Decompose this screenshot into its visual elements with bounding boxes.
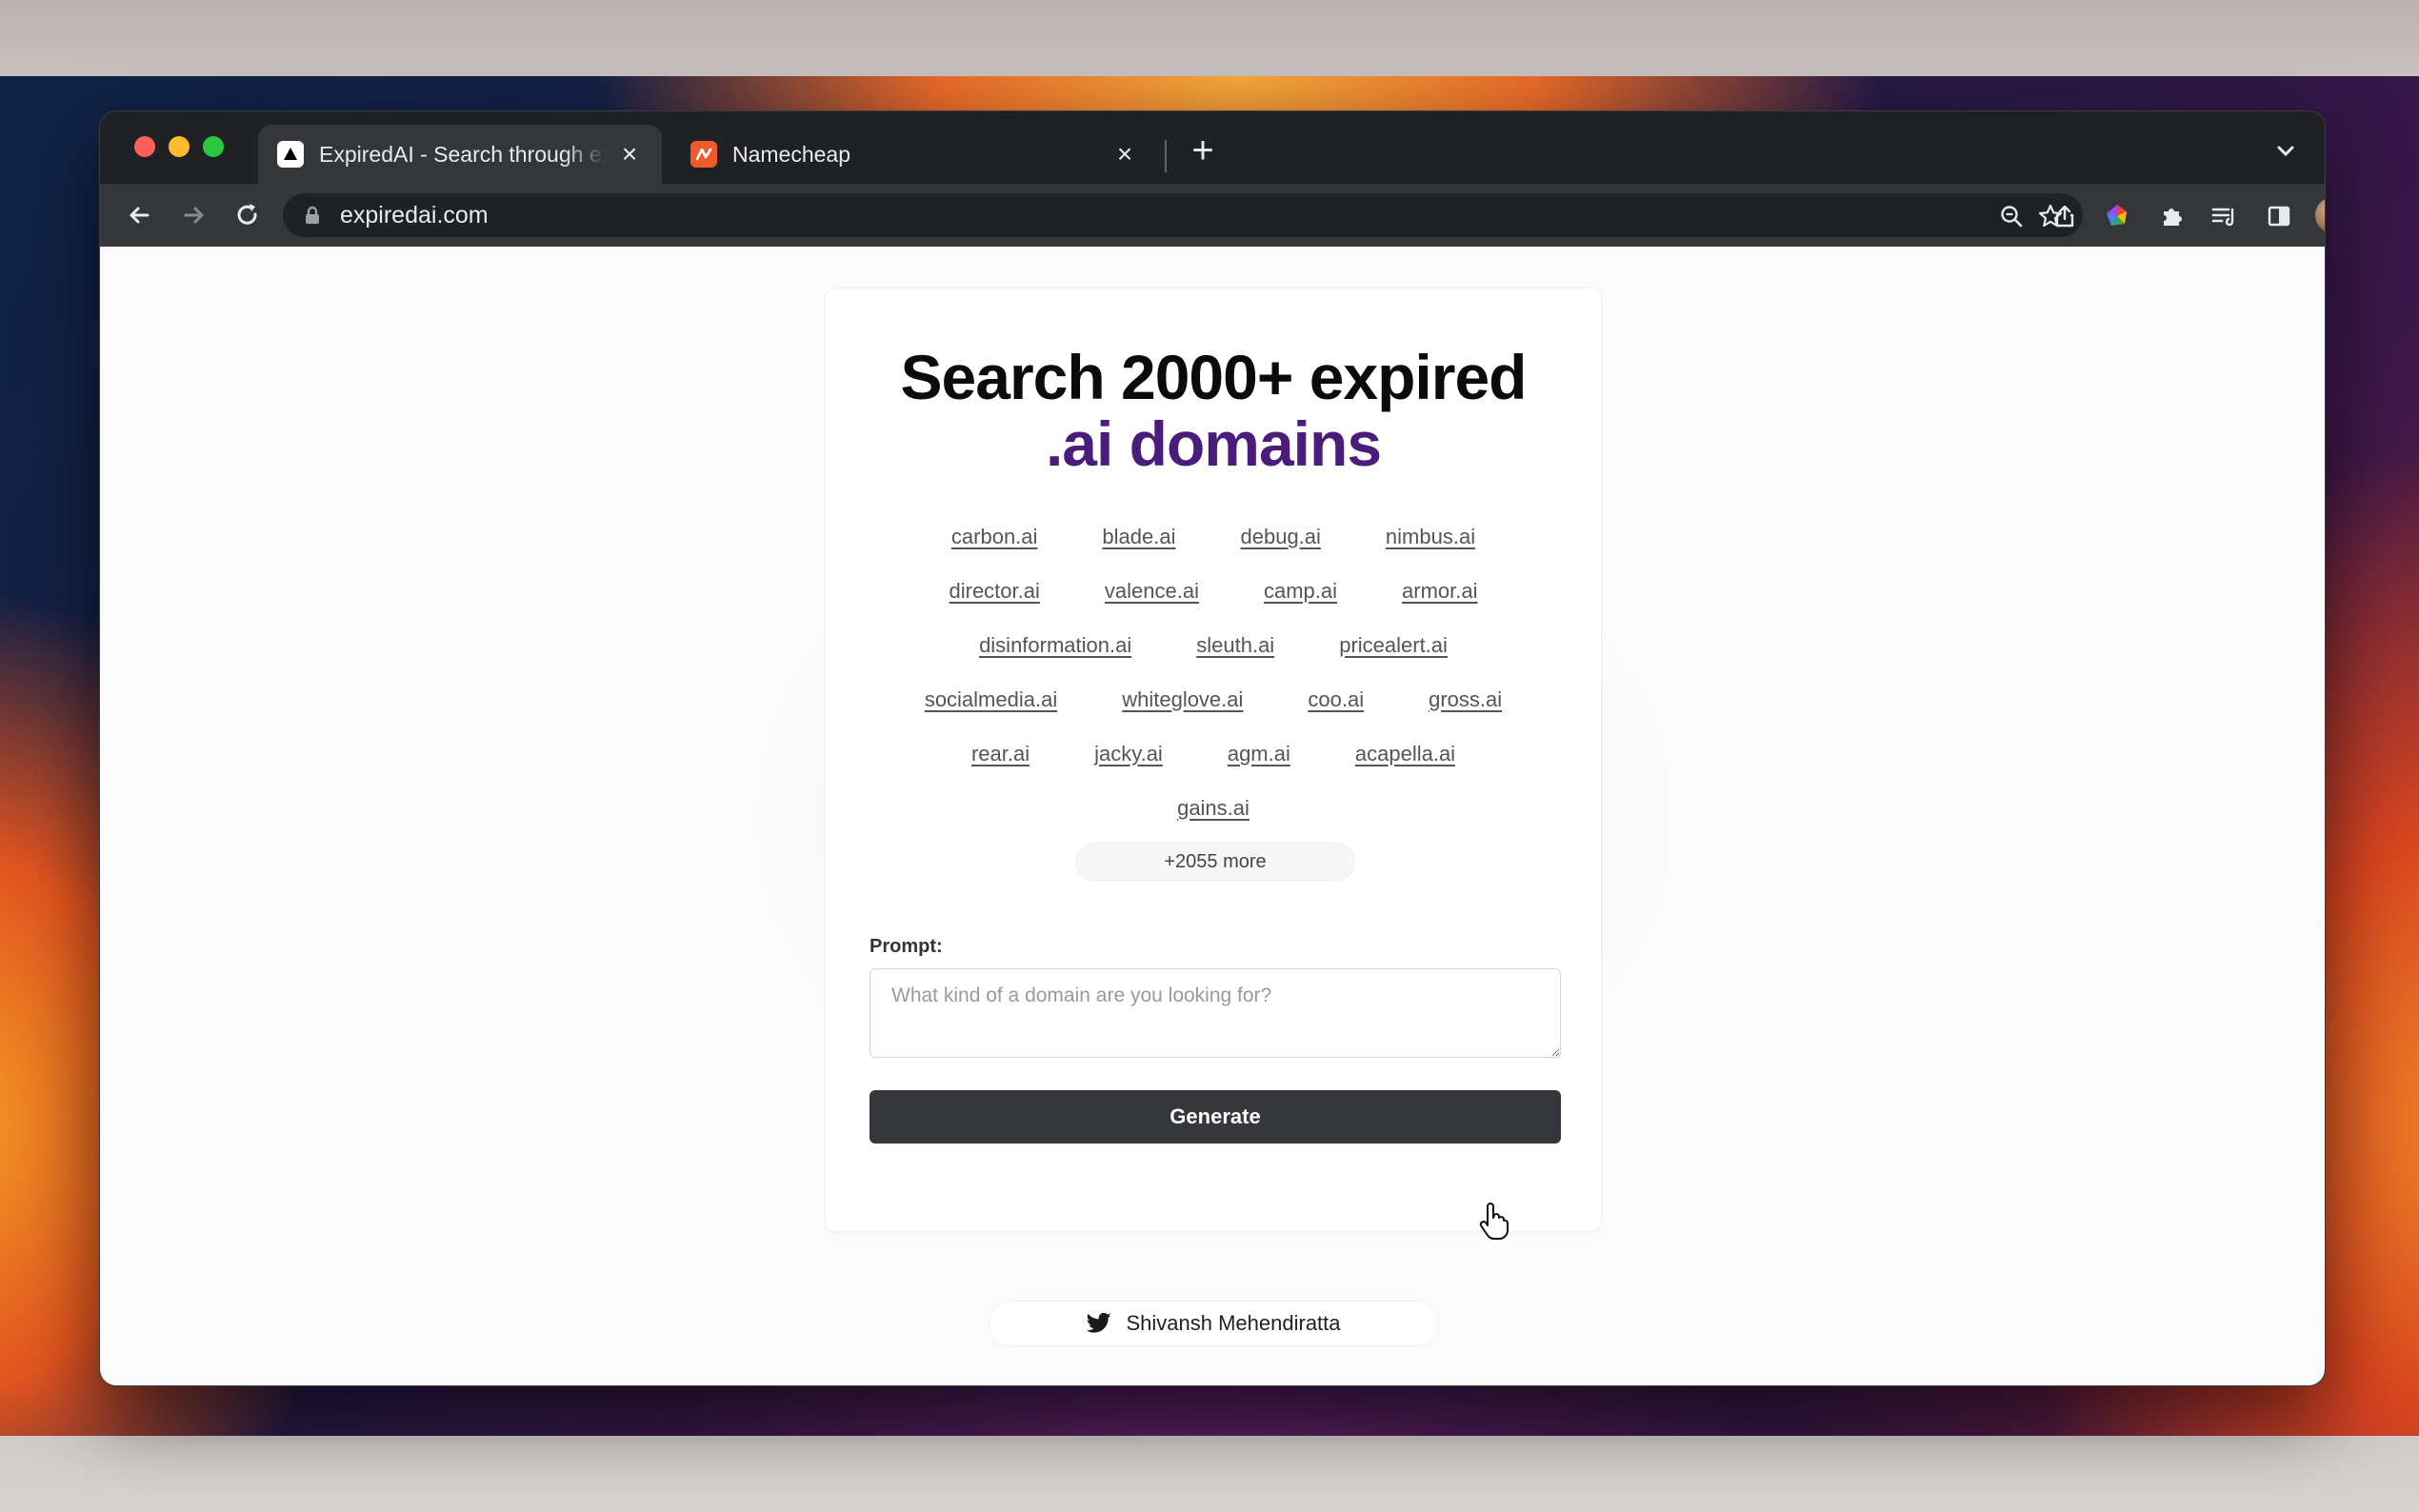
chevron-down-icon[interactable] [2271,136,2300,165]
domain-row: carbon.ai blade.ai debug.ai nimbus.ai [845,509,1582,564]
domain-link[interactable]: camp.ai [1264,579,1337,604]
author-name: Shivansh Mehendiratta [1126,1311,1341,1335]
tab-namecheap[interactable]: Namecheap × [671,125,1157,184]
show-more-button[interactable]: +2055 more [1075,843,1355,881]
zoom-out-icon[interactable] [1999,204,2024,229]
domain-list: carbon.ai blade.ai debug.ai nimbus.ai direct… [845,509,1582,835]
tab-separator [1165,140,1167,172]
close-window-button[interactable] [134,136,155,157]
domain-row: socialmedia.ai whiteglove.ai coo.ai gross.a… [845,672,1582,726]
domain-link[interactable]: director.ai [950,579,1040,604]
reload-icon[interactable] [231,199,264,231]
author-twitter-link[interactable]: Shivansh Mehendiratta [990,1302,1437,1345]
tab-title: Namecheap [732,141,851,167]
twitter-bird-icon [1087,1312,1112,1333]
domain-link[interactable]: whiteglove.ai [1122,687,1243,712]
address-bar[interactable]: expiredai.com [283,193,2083,237]
prompt-label: Prompt: [870,936,943,957]
domain-row: director.ai valence.ai camp.ai armor.ai [845,564,1582,618]
maximize-window-button[interactable] [203,136,224,157]
lock-icon [306,206,319,224]
browser-toolbar: expiredai.com [100,184,2325,247]
domain-link[interactable]: valence.ai [1105,579,1199,604]
tab-bar: ExpiredAI - Search through exp × Nameche… [100,111,2325,184]
domain-link[interactable]: pricealert.ai [1339,633,1448,658]
domain-link[interactable]: armor.ai [1402,579,1477,604]
namecheap-logo-icon [690,141,717,168]
color-extension-icon[interactable] [2104,203,2130,229]
profile-avatar[interactable] [2315,197,2325,233]
domain-link[interactable]: sleuth.ai [1196,633,1274,658]
domain-row: gains.ai [845,781,1582,835]
minimize-window-button[interactable] [169,136,190,157]
domain-link[interactable]: gains.ai [1177,796,1249,821]
domain-link[interactable]: jacky.ai [1094,742,1163,766]
search-card: Search 2000+ expired .ai domains carbon.… [826,288,1601,1231]
tab-expiredai[interactable]: ExpiredAI - Search through exp × [258,125,662,184]
browser-window: ExpiredAI - Search through exp × Nameche… [99,110,2326,1386]
domain-link[interactable]: debug.ai [1241,525,1321,549]
domain-link[interactable]: carbon.ai [951,525,1038,549]
domain-link[interactable]: nimbus.ai [1386,525,1475,549]
side-panel-icon[interactable] [2266,203,2292,229]
domain-link[interactable]: coo.ai [1308,687,1364,712]
tab-title: ExpiredAI - Search through exp [319,141,607,167]
hand-cursor-icon [1479,1203,1509,1240]
back-icon[interactable] [123,199,155,231]
extensions-puzzle-icon[interactable] [2159,203,2186,229]
domain-link[interactable]: socialmedia.ai [925,687,1057,712]
url-text: expiredai.com [340,201,489,229]
bookmark-star-icon[interactable] [2037,203,2064,229]
desktop-bottom-bar [0,1436,2419,1512]
triangle-logo-icon [277,141,304,168]
domain-row: rear.ai jacky.ai agm.ai acapella.ai [845,726,1582,781]
new-tab-button[interactable]: + [1184,131,1222,170]
reading-list-icon[interactable] [2210,203,2237,229]
close-tab-icon[interactable]: × [616,141,643,168]
domain-row: disinformation.ai sleuth.ai pricealert.ai [845,618,1582,672]
domain-link[interactable]: disinformation.ai [979,633,1131,658]
page-title: Search 2000+ expired .ai domains [826,344,1601,477]
headline-line-2: .ai domains [1045,408,1382,479]
domain-link[interactable]: agm.ai [1228,742,1290,766]
desktop-top-bar [0,0,2419,76]
domain-link[interactable]: gross.ai [1429,687,1502,712]
page-viewport: Search 2000+ expired .ai domains carbon.… [100,247,2325,1385]
domain-link[interactable]: acapella.ai [1355,742,1455,766]
prompt-input[interactable] [870,968,1561,1058]
domain-link[interactable]: rear.ai [971,742,1030,766]
forward-icon[interactable] [178,199,210,231]
headline-line-1: Search 2000+ expired [900,342,1528,412]
generate-button[interactable]: Generate [870,1090,1561,1144]
domain-link[interactable]: blade.ai [1102,525,1175,549]
close-tab-icon[interactable]: × [1111,141,1138,168]
